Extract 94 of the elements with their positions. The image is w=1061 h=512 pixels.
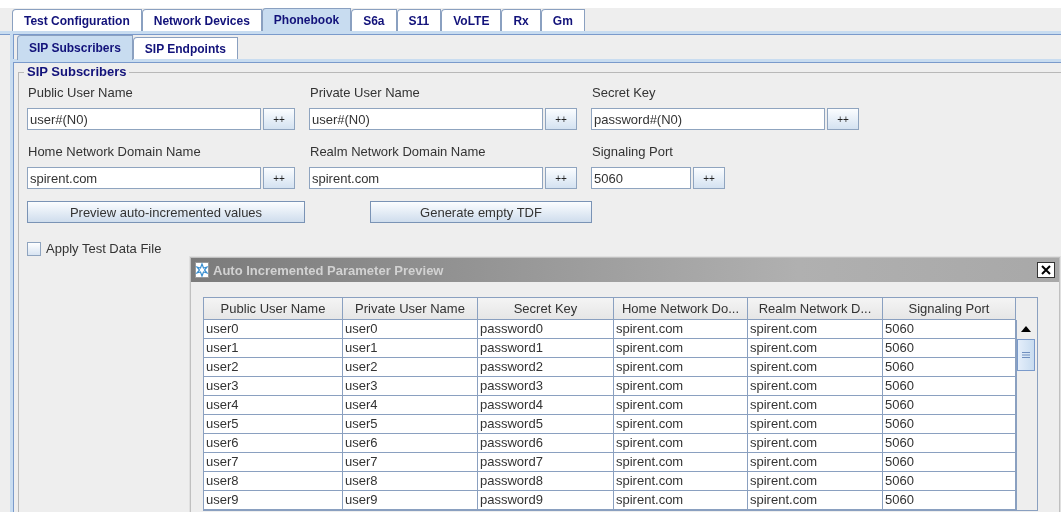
table-cell: spirent.com [614,377,748,396]
table-cell: user3 [204,377,343,396]
table-cell: spirent.com [748,396,883,415]
dialog-title: Auto Incremented Parameter Preview [213,262,444,278]
field-label: Private User Name [310,85,420,101]
increment-button[interactable]: ++ [263,167,295,189]
table-cell: password5 [478,415,614,434]
group-title: SIP Subscribers [24,64,130,79]
column-header[interactable]: Realm Network D... [748,298,883,320]
table-cell: user2 [343,358,478,377]
table-cell: user9 [343,491,478,510]
column-header[interactable]: Signaling Port [883,298,1016,320]
table-cell: user6 [343,434,478,453]
table-cell: spirent.com [748,377,883,396]
input-field[interactable]: spirent.com [309,167,543,189]
action-button[interactable]: Generate empty TDF [370,201,592,223]
table-cell: user6 [204,434,343,453]
table-cell: spirent.com [614,320,748,339]
field-label: Signaling Port [592,144,673,160]
tab[interactable]: Rx [501,9,541,31]
table-cell: spirent.com [748,434,883,453]
tab[interactable]: Phonebook [261,8,352,31]
table-cell: user0 [204,320,343,339]
table-cell: user4 [204,396,343,415]
table-cell: password1 [478,339,614,358]
table-cell: user8 [343,472,478,491]
input-field[interactable]: user#(N0) [309,108,543,130]
table-cell: user5 [343,415,478,434]
checkbox[interactable] [27,241,41,256]
table-cell: password0 [478,320,614,339]
action-button[interactable]: Preview auto-incremented values [27,201,305,223]
tab[interactable]: S6a [351,9,397,31]
tab[interactable]: VoLTE [441,9,502,31]
column-header[interactable]: Private User Name [343,298,478,320]
table-cell: spirent.com [614,491,748,510]
column-header[interactable]: Home Network Do... [614,298,748,320]
table-cell: spirent.com [748,472,883,491]
field-label: Secret Key [592,85,656,101]
close-icon[interactable] [1037,262,1055,278]
table-cell: spirent.com [748,358,883,377]
table-cell: user4 [343,396,478,415]
table-cell: user5 [204,415,343,434]
table-cell: password8 [478,472,614,491]
increment-button[interactable]: ++ [545,167,577,189]
column-header[interactable]: Public User Name [204,298,343,320]
table-cell: spirent.com [614,396,748,415]
increment-button[interactable]: ++ [545,108,577,130]
table-cell: spirent.com [614,415,748,434]
table-cell: password6 [478,434,614,453]
tab[interactable]: S11 [396,9,442,31]
table-cell: spirent.com [748,453,883,472]
input-field[interactable]: user#(N0) [27,108,261,130]
table-cell: spirent.com [748,491,883,510]
table-cell: password2 [478,358,614,377]
field-label: Realm Network Domain Name [310,144,486,160]
table-cell: password4 [478,396,614,415]
app-icon [195,262,209,278]
table-cell: password9 [478,491,614,510]
table-cell: password7 [478,453,614,472]
table-cell: user8 [204,472,343,491]
input-field[interactable]: spirent.com [27,167,261,189]
input-field[interactable]: 5060 [591,167,691,189]
table-cell: user2 [204,358,343,377]
increment-button[interactable]: ++ [827,108,859,130]
table-cell: user1 [343,339,478,358]
tab[interactable]: SIP Endpoints [132,37,238,59]
table-cell: spirent.com [748,415,883,434]
field-label: Public User Name [28,85,133,101]
table-cell: spirent.com [614,434,748,453]
table-cell: spirent.com [748,320,883,339]
tab[interactable]: SIP Subscribers [17,35,133,60]
table-cell: user3 [343,377,478,396]
increment-button[interactable]: ++ [263,108,295,130]
increment-button[interactable]: ++ [693,167,725,189]
table-cell: password3 [478,377,614,396]
table-cell: spirent.com [614,472,748,491]
tab[interactable]: Network Devices [141,9,262,31]
field-label: Home Network Domain Name [28,144,201,160]
tab[interactable]: Gm [540,9,585,31]
table-cell: user7 [343,453,478,472]
table-cell: user1 [204,339,343,358]
scroll-thumb[interactable] [1017,339,1035,371]
checkbox-label: Apply Test Data File [46,241,162,256]
table-cell: spirent.com [614,358,748,377]
table-cell: spirent.com [614,453,748,472]
tab[interactable]: Test Configuration [12,9,142,31]
scrollbar[interactable] [1016,320,1035,510]
table-cell: user9 [204,491,343,510]
column-header[interactable]: Secret Key [478,298,614,320]
input-field[interactable]: password#(N0) [591,108,825,130]
table-cell: user7 [204,453,343,472]
table-cell: spirent.com [748,339,883,358]
table-cell: user0 [343,320,478,339]
table-cell: spirent.com [614,339,748,358]
